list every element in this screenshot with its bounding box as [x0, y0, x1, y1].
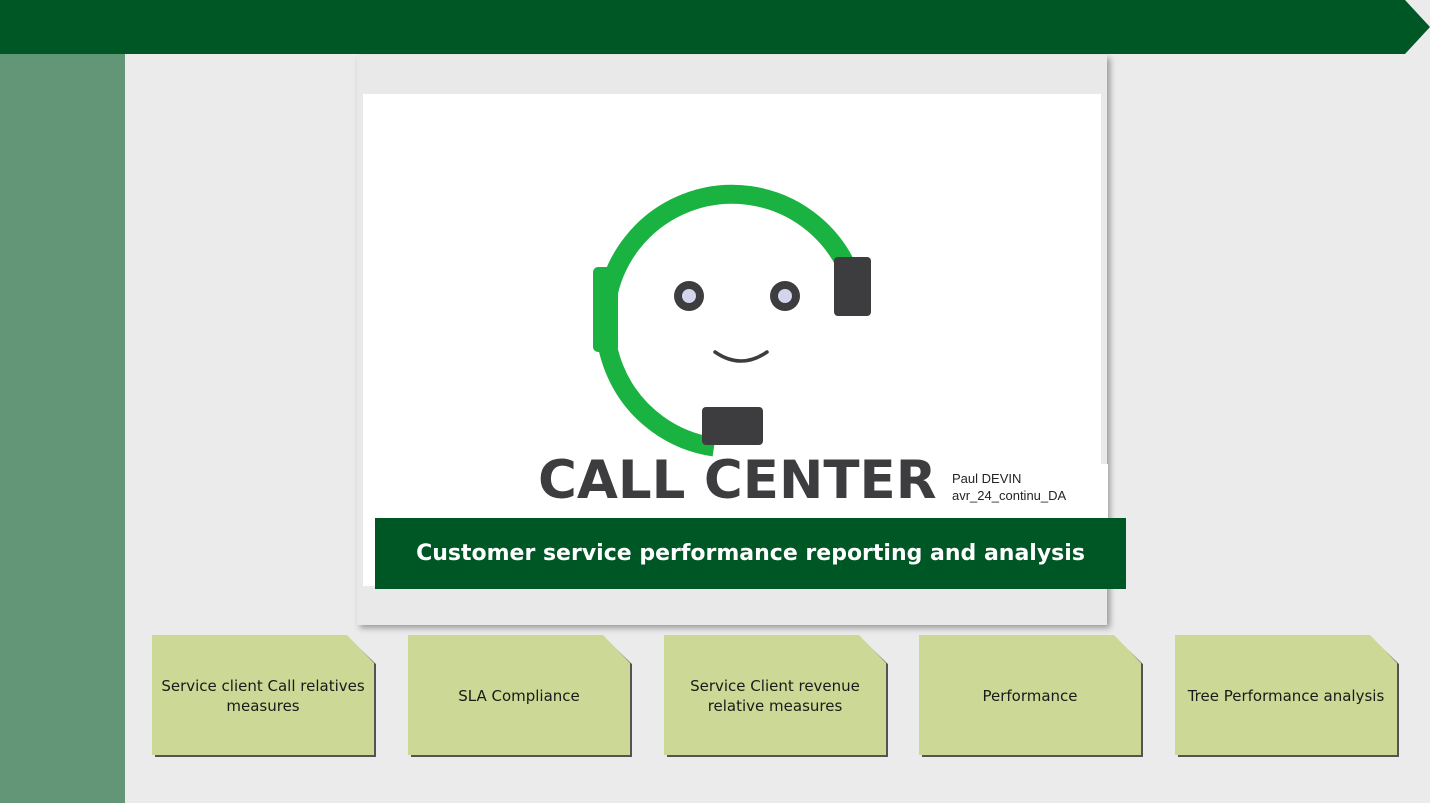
author-info: Paul DEVIN avr_24_continu_DA: [946, 464, 1108, 518]
nav-button-sla-compliance[interactable]: SLA Compliance: [408, 635, 632, 757]
author-course: avr_24_continu_DA: [952, 488, 1067, 503]
nav-button-performance[interactable]: Performance: [919, 635, 1143, 757]
nav-button-revenue-measures[interactable]: Service Client revenue relative measures: [664, 635, 888, 757]
nav-button-call-measures[interactable]: Service client Call relatives measures: [152, 635, 376, 757]
left-sidebar: [0, 54, 125, 803]
report-subtitle: Customer service performance reporting a…: [375, 518, 1126, 589]
nav-label: Service Client revenue relative measures: [690, 677, 860, 715]
nav-label: Tree Performance analysis: [1187, 687, 1385, 705]
nav-button-tree-performance[interactable]: Tree Performance analysis: [1175, 635, 1399, 757]
top-banner: [0, 0, 1430, 54]
nav-label: SLA Compliance: [458, 687, 580, 705]
logo-wordmark: CALL CENTER: [538, 450, 937, 511]
nav-label: Performance: [982, 687, 1078, 705]
title-card: CALL CENTER Paul DEVIN avr_24_continu_DA…: [357, 55, 1126, 625]
author-name: Paul DEVIN: [952, 471, 1022, 486]
nav-label: Service client Call relatives measures: [161, 677, 365, 715]
